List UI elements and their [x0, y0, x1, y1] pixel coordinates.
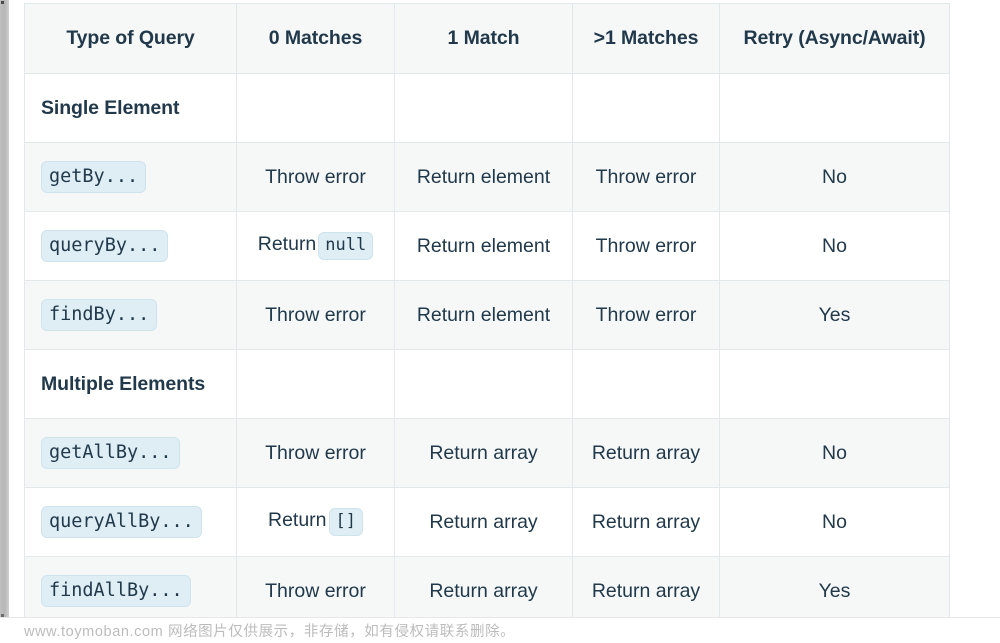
return-label: Return — [257, 232, 317, 255]
cell-1-match: Return element — [394, 142, 573, 212]
query-name-cell: getAllBy... — [24, 418, 237, 488]
table-row: getAllBy... Throw error Return array Return… — [24, 418, 950, 488]
cell-gt1-matches: Return array — [572, 487, 720, 557]
query-name-cell: getBy... — [24, 142, 237, 212]
cell-text: Throw error — [595, 303, 697, 326]
cell-retry: No — [719, 487, 950, 557]
cell-text: Throw error — [265, 303, 366, 326]
cell-text: Yes — [818, 579, 851, 602]
cell-text: Return array — [591, 441, 701, 464]
section-label: Single Element — [41, 96, 180, 119]
query-code-chip: getAllBy... — [41, 436, 180, 470]
table-row: findBy... Throw error Return element Throw … — [24, 280, 950, 350]
column-header-1-match: 1 Match — [394, 3, 573, 74]
cell-text: Throw error — [265, 165, 366, 188]
watermark-bar: www.toymoban.com 网络图片仅供展示，非存储，如有侵权请联系删除。 — [0, 617, 1000, 643]
cell-gt1-matches — [572, 73, 720, 143]
query-comparison-table-wrapper: Type of Query 0 Matches 1 Match >1 Match… — [24, 3, 950, 626]
watermark-text: www.toymoban.com 网络图片仅供展示，非存储，如有侵权请联系删除。 — [24, 624, 516, 640]
cell-gt1-matches: Throw error — [572, 211, 720, 281]
cell-gt1-matches: Throw error — [572, 280, 720, 350]
cell-text: No — [822, 165, 847, 188]
column-header-gt1-matches: >1 Matches — [572, 3, 720, 74]
section-header-cell: Multiple Elements — [24, 349, 237, 419]
cell-retry: No — [719, 142, 950, 212]
cell-0-matches: Throw error — [236, 280, 395, 350]
query-comparison-table: Type of Query 0 Matches 1 Match >1 Match… — [24, 3, 950, 626]
query-code-chip: getBy... — [41, 160, 147, 194]
table-row: findAllBy... Throw error Return array Retur… — [24, 556, 950, 626]
cell-text: No — [822, 234, 847, 257]
cell-0-matches — [236, 73, 395, 143]
query-code-chip: findAllBy... — [41, 574, 191, 608]
query-name-cell: queryBy... — [24, 211, 237, 281]
cell-0-matches — [236, 349, 395, 419]
cell-retry: No — [719, 418, 950, 488]
cell-retry — [719, 349, 950, 419]
cell-gt1-matches: Throw error — [572, 142, 720, 212]
cell-text: Return array — [429, 510, 538, 533]
table-row: Single Element — [24, 73, 950, 143]
cell-retry — [719, 73, 950, 143]
cell-text: Return element — [416, 303, 551, 326]
section-label: Multiple Elements — [41, 372, 206, 395]
cell-1-match — [394, 349, 573, 419]
cell-1-match: Return array — [394, 418, 573, 488]
query-code-chip: findBy... — [41, 298, 158, 332]
cell-1-match: Return array — [394, 556, 573, 626]
cell-1-match: Return element — [394, 280, 573, 350]
query-name-cell: findBy... — [24, 280, 237, 350]
cell-text: Yes — [818, 303, 851, 326]
cell-text: No — [822, 441, 847, 464]
return-value-group: Return null — [257, 231, 374, 261]
table-row: Multiple Elements — [24, 349, 950, 419]
scrollbar-top-marker — [1, 1, 4, 4]
query-code-chip: queryAllBy... — [41, 505, 202, 539]
section-header-cell: Single Element — [24, 73, 237, 143]
cell-text: Return array — [591, 579, 701, 602]
cell-1-match: Return element — [394, 211, 573, 281]
cell-0-matches: Throw error — [236, 556, 395, 626]
cell-0-matches: Throw error — [236, 142, 395, 212]
table-header-row: Type of Query 0 Matches 1 Match >1 Match… — [24, 3, 950, 74]
left-scrollbar-strip[interactable] — [0, 0, 9, 620]
table-row: queryAllBy... Return[] Return array Return … — [24, 487, 950, 557]
screenshot-root: Type of Query 0 Matches 1 Match >1 Match… — [0, 0, 1000, 643]
cell-gt1-matches — [572, 349, 720, 419]
table-body: Single Element getBy... Throw error Return … — [24, 73, 950, 626]
cell-0-matches: Return[] — [236, 487, 395, 557]
return-value-code-chip: null — [318, 231, 374, 261]
return-value-group: Return[] — [267, 507, 363, 537]
table-row: getBy... Throw error Return element Throw e… — [24, 142, 950, 212]
cell-retry: Yes — [719, 280, 950, 350]
cell-text: Return array — [591, 510, 701, 533]
cell-text: Return array — [429, 441, 538, 464]
cell-1-match: Return array — [394, 487, 573, 557]
cell-text: Return element — [416, 165, 551, 188]
cell-0-matches: Return null — [236, 211, 395, 281]
cell-text: Throw error — [595, 234, 697, 257]
cell-text: Throw error — [265, 579, 366, 602]
return-value-code-chip: [] — [328, 507, 363, 537]
query-name-cell: findAllBy... — [24, 556, 237, 626]
cell-text: Throw error — [265, 441, 366, 464]
cell-0-matches: Throw error — [236, 418, 395, 488]
return-label: Return — [267, 508, 327, 531]
column-header-retry: Retry (Async/Await) — [719, 3, 950, 74]
cell-text: No — [822, 510, 847, 533]
table-header: Type of Query 0 Matches 1 Match >1 Match… — [24, 3, 950, 74]
query-code-chip: queryBy... — [41, 229, 169, 263]
cell-1-match — [394, 73, 573, 143]
table-row: queryBy... Return null Return element Throw … — [24, 211, 950, 281]
cell-retry: No — [719, 211, 950, 281]
cell-gt1-matches: Return array — [572, 418, 720, 488]
column-header-0-matches: 0 Matches — [236, 3, 395, 74]
query-name-cell: queryAllBy... — [24, 487, 237, 557]
cell-text: Return array — [429, 579, 538, 602]
cell-text: Return element — [416, 234, 551, 257]
cell-text: Throw error — [595, 165, 697, 188]
column-header-type-of-query: Type of Query — [24, 3, 237, 74]
cell-retry: Yes — [719, 556, 950, 626]
cell-gt1-matches: Return array — [572, 556, 720, 626]
